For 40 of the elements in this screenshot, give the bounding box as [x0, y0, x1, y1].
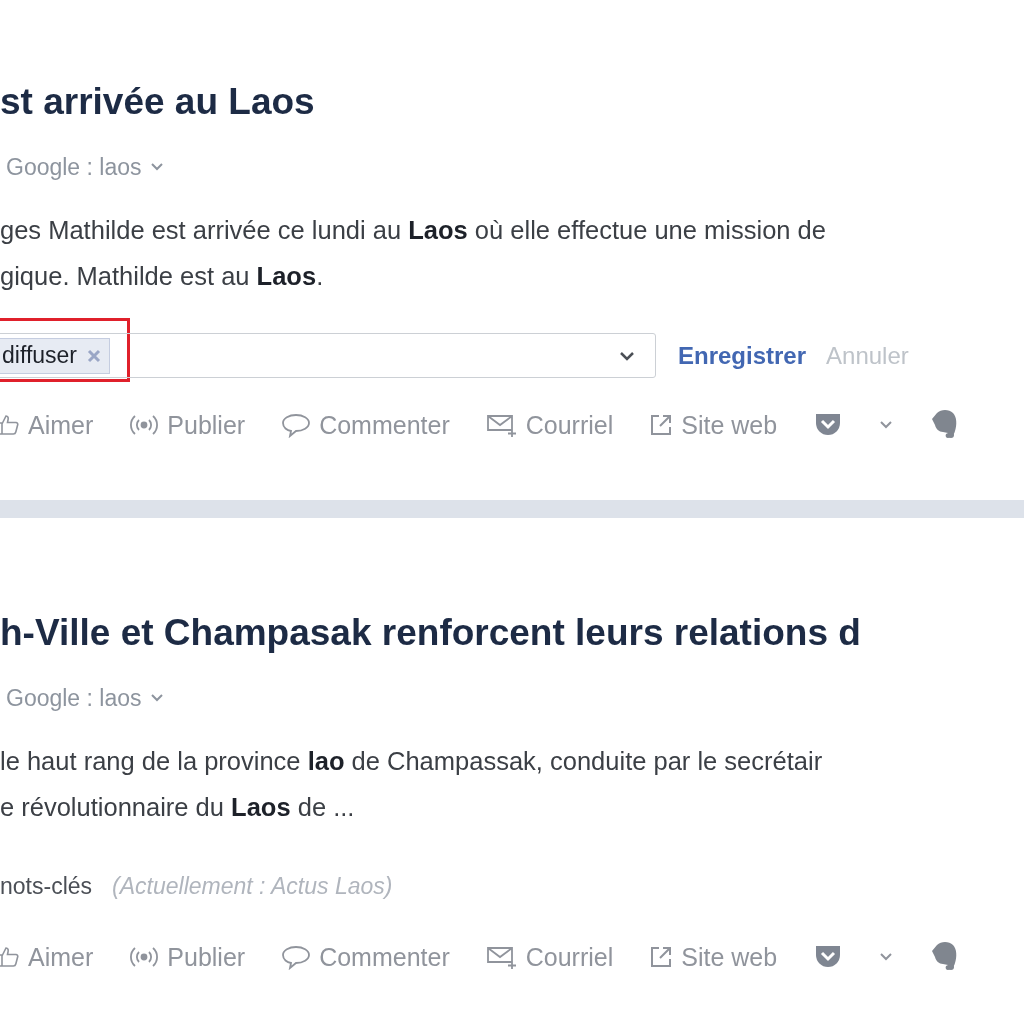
snippet-line: ges Mathilde est arrivée ce lundi au Laos où elle effectue une mission de: [0, 215, 827, 246]
keywords-link[interactable]: nots-clés: [0, 871, 93, 901]
thumbs-up-icon: [0, 945, 20, 969]
caret-icon[interactable]: [879, 420, 894, 430]
cancel-link[interactable]: Annuler: [826, 341, 909, 370]
envelope-plus-icon: [485, 944, 518, 970]
broadcast-icon: [129, 944, 160, 970]
external-link-icon: [649, 413, 674, 437]
current-keywords: (Actuellement : Actus Laos): [112, 872, 393, 901]
tag-chip[interactable]: diffuser: [0, 337, 110, 374]
remove-icon[interactable]: [87, 348, 101, 363]
broadcast-icon: [129, 412, 160, 438]
website-action[interactable]: Site web: [649, 942, 778, 972]
speech-bubble-icon: [281, 412, 312, 438]
article-title[interactable]: st arrivée au Laos: [0, 78, 1024, 126]
snippet-line: gique. Mathilde est au Laos.: [0, 261, 325, 292]
caret-icon[interactable]: [879, 952, 894, 962]
caret-icon[interactable]: [149, 693, 164, 703]
like-action[interactable]: Aimer: [0, 942, 94, 972]
comment-action[interactable]: Commenter: [281, 942, 450, 972]
source-dropdown[interactable]: Google : laos: [0, 683, 164, 713]
comment-action[interactable]: Commenter: [281, 410, 450, 440]
website-action[interactable]: Site web: [649, 410, 778, 440]
publish-action[interactable]: Publier: [129, 410, 246, 440]
publish-action[interactable]: Publier: [129, 942, 246, 972]
save-link[interactable]: Enregistrer: [678, 341, 807, 370]
email-action[interactable]: Courriel: [485, 410, 614, 440]
snippet-line: le haut rang de la province lao de Champassak, conduite par le secrétair: [0, 746, 824, 777]
tag-input-field[interactable]: diffuser: [0, 333, 656, 378]
source-dropdown[interactable]: Google : laos: [0, 152, 164, 182]
snippet-line: e révolutionnaire du Laos de ...: [0, 792, 356, 823]
email-action[interactable]: Courriel: [485, 942, 614, 972]
caret-icon[interactable]: [149, 162, 164, 172]
thumbs-up-icon: [0, 413, 20, 437]
article-title[interactable]: h-Ville et Champasak renforcent leurs relations d: [0, 609, 1024, 657]
envelope-plus-icon: [485, 412, 518, 438]
chevron-down-icon[interactable]: [619, 349, 635, 362]
like-action[interactable]: Aimer: [0, 410, 94, 440]
speech-bubble-icon: [281, 944, 312, 970]
external-link-icon: [649, 945, 674, 969]
